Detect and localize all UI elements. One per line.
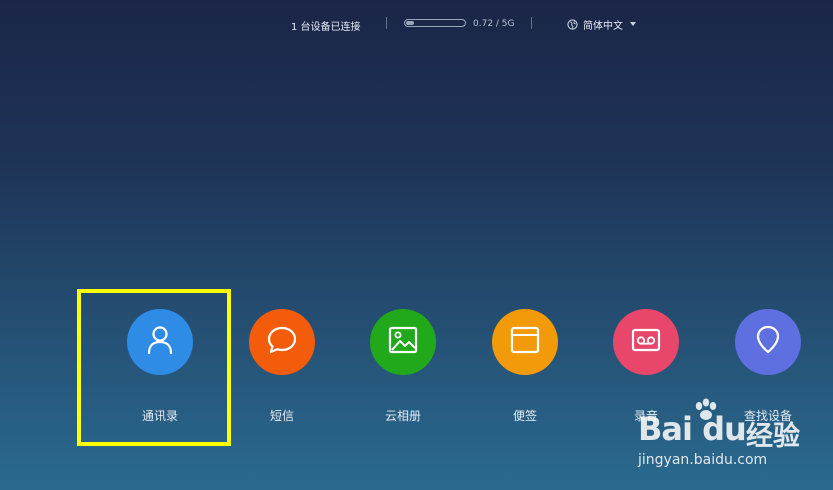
- image-icon: [388, 326, 418, 358]
- app-circle: [492, 309, 558, 375]
- watermark-url: jingyan.baidu.com: [638, 452, 768, 468]
- storage-fill: [406, 21, 414, 25]
- divider: [386, 17, 387, 29]
- app-cloud-album[interactable]: 云相册: [368, 309, 438, 429]
- person-icon: [146, 325, 174, 359]
- storage-bar: [404, 19, 466, 27]
- language-label: 简体中文: [583, 20, 623, 32]
- globe-icon: [567, 15, 578, 34]
- divider: [531, 17, 532, 29]
- app-notes[interactable]: 便签: [490, 309, 560, 429]
- chat-bubble-icon: [266, 325, 298, 359]
- recorder-icon: [631, 328, 661, 356]
- paw-icon: [692, 398, 722, 426]
- language-selector[interactable]: 简体中文: [567, 15, 636, 34]
- chevron-down-icon: [630, 22, 636, 26]
- note-icon: [510, 326, 540, 358]
- app-contacts[interactable]: 通讯录: [125, 309, 195, 429]
- app-label: 通讯录: [141, 409, 178, 423]
- app-label: 便签: [512, 409, 537, 423]
- device-status: 1 台设备已连接: [291, 22, 361, 33]
- app-circle: [127, 309, 193, 375]
- watermark-brand: 经验: [746, 421, 800, 452]
- app-circle: [249, 309, 315, 375]
- app-circle: [370, 309, 436, 375]
- app-circle: [613, 309, 679, 375]
- app-label: 云相册: [384, 409, 421, 423]
- storage-text: 0.72 / 5G: [473, 19, 515, 29]
- location-pin-icon: [755, 325, 781, 359]
- app-label: 短信: [269, 409, 294, 423]
- app-messages[interactable]: 短信: [247, 309, 317, 429]
- top-bar: 1 台设备已连接 0.72 / 5G 简体中文: [0, 0, 833, 48]
- watermark: Bai du 经验 jingyan.baidu.com: [634, 398, 829, 478]
- app-circle: [735, 309, 801, 375]
